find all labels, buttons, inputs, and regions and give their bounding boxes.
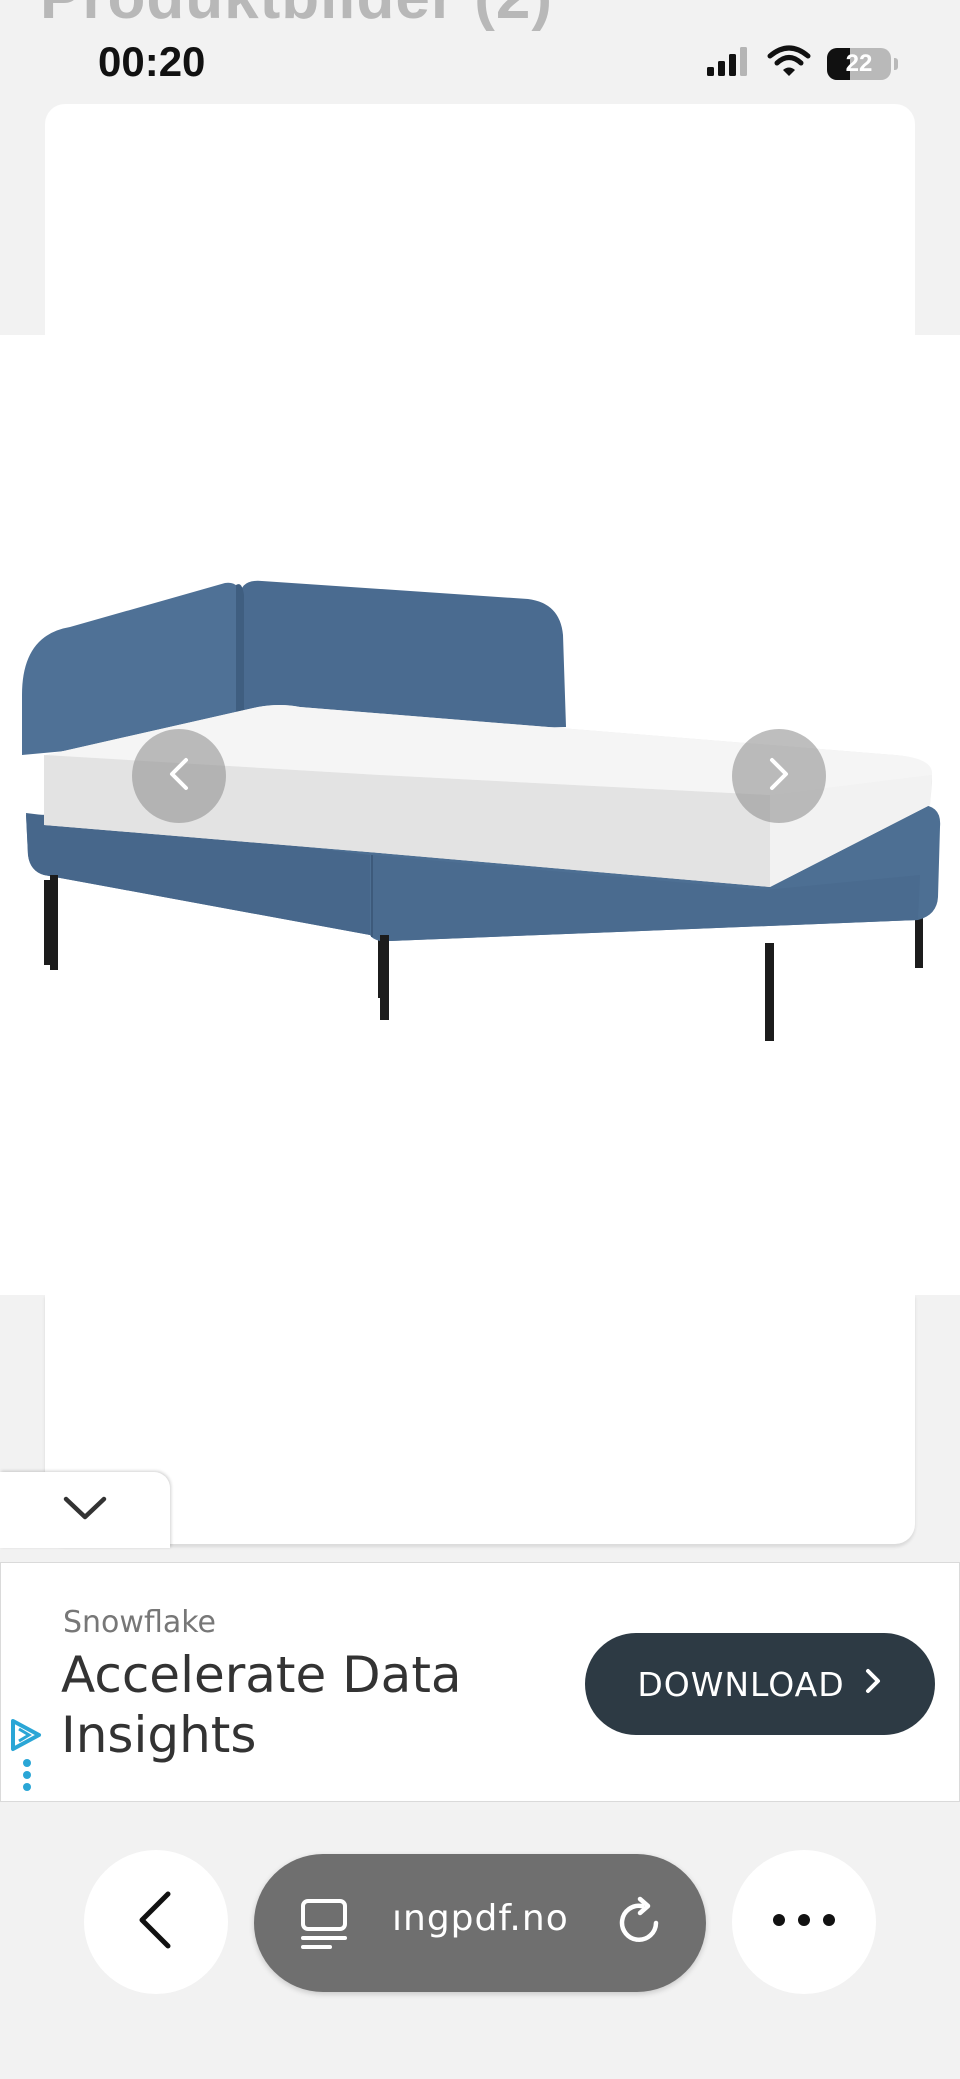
chevron-right-icon (764, 754, 794, 799)
product-image (22, 580, 941, 1041)
back-arrow-icon (136, 1890, 176, 1955)
ad-headline[interactable]: Accelerate Data Insights (61, 1645, 521, 1765)
address-bar[interactable]: ıngpdf.no (254, 1854, 706, 1992)
more-button[interactable] (732, 1850, 876, 1994)
status-time: 00:20 (98, 38, 206, 85)
ad-banner[interactable]: Snowflake Accelerate Data Insights DOWNL… (0, 1562, 960, 1802)
gallery-card-top (45, 104, 915, 336)
product-image-area (0, 335, 960, 1295)
chevron-right-icon (863, 1665, 883, 1704)
back-button[interactable] (84, 1850, 228, 1994)
chevron-left-icon (164, 754, 194, 799)
battery-level: 22 (827, 47, 891, 80)
ad-sponsor: Snowflake (63, 1605, 216, 1640)
battery-tip (894, 57, 898, 70)
page-menu-icon[interactable] (300, 1898, 350, 1955)
browser-toolbar: ıngpdf.no (0, 1802, 960, 2079)
wifi-icon (767, 44, 811, 83)
screen: Produktbilder (2) 00:20 (0, 0, 960, 2079)
more-dots-icon (772, 1913, 836, 1932)
battery-icon: 22 (827, 47, 898, 80)
cellular-signal-icon (705, 45, 751, 82)
url-text[interactable]: ıngpdf.no (392, 1898, 569, 1939)
status-bar: 00:20 22 (0, 0, 960, 120)
adchoices-icon[interactable] (7, 1713, 47, 1793)
battery-percent: 22 (845, 49, 873, 77)
status-icons: 22 (705, 44, 898, 83)
gallery-card-bottom (45, 1294, 915, 1544)
ad-download-button[interactable]: DOWNLOAD (585, 1633, 935, 1735)
reload-icon[interactable] (612, 1896, 666, 1955)
ad-cta-label: DOWNLOAD (637, 1664, 845, 1704)
ad-collapse-button[interactable] (0, 1472, 170, 1548)
chevron-down-icon (60, 1493, 110, 1528)
gallery-next-button[interactable] (732, 729, 826, 823)
gallery-prev-button[interactable] (132, 729, 226, 823)
